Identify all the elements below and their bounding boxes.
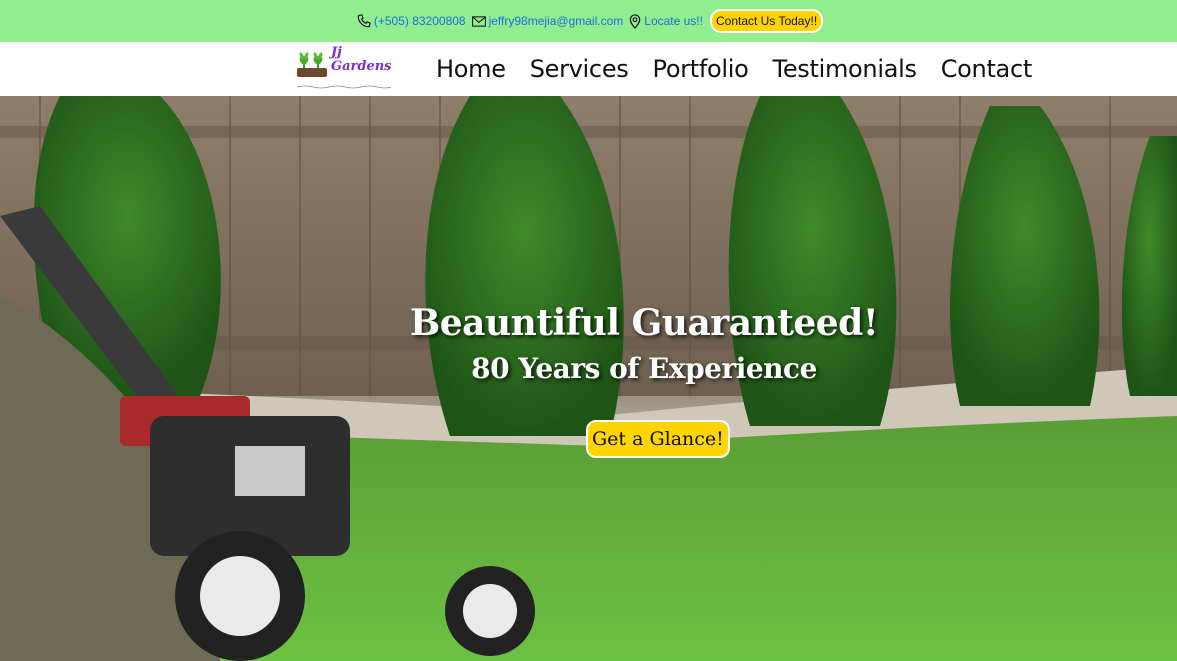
nav-home[interactable]: Home xyxy=(436,55,506,83)
main-navbar: Jj Gardens Home Services Portfolio Testi… xyxy=(0,42,1177,96)
sprout-logo-icon xyxy=(297,52,327,77)
brand-name-line1: Jj xyxy=(331,45,342,60)
brand-name: Jj Gardens xyxy=(331,46,392,74)
nav-testimonials[interactable]: Testimonials xyxy=(773,55,917,83)
phone-link[interactable]: (+505) 83200808 xyxy=(374,14,466,28)
hero-subtitle: 80 Years of Experience xyxy=(471,352,817,385)
location-contact[interactable]: Locate us!! xyxy=(629,13,703,29)
brand-name-line2: Gardens xyxy=(331,59,392,74)
locate-link[interactable]: Locate us!! xyxy=(644,14,703,28)
nav-portfolio[interactable]: Portfolio xyxy=(653,55,749,83)
hero-section: Beauntiful Guaranteed! 80 Years of Exper… xyxy=(0,96,1177,661)
hero-title: Beauntiful Guaranteed! xyxy=(409,302,879,344)
map-pin-icon xyxy=(629,13,641,29)
get-a-glance-button[interactable]: Get a Glance! xyxy=(586,420,730,458)
nav-contact[interactable]: Contact xyxy=(941,55,1033,83)
brand-tagline-art xyxy=(295,84,393,92)
email-contact[interactable]: jeffry98mejia@gmail.com xyxy=(471,14,624,28)
nav-menu: Home Services Portfolio Testimonials Con… xyxy=(436,42,1056,96)
top-contact-bar: (+505) 83200808 jeffry98mejia@gmail.com … xyxy=(0,0,1177,42)
contact-us-button[interactable]: Contact Us Today!! xyxy=(709,9,824,33)
envelope-icon xyxy=(471,15,486,27)
email-link[interactable]: jeffry98mejia@gmail.com xyxy=(489,14,624,28)
brand-logo[interactable]: Jj Gardens xyxy=(295,46,395,92)
phone-icon xyxy=(357,14,371,28)
nav-services[interactable]: Services xyxy=(530,55,629,83)
phone-contact[interactable]: (+505) 83200808 xyxy=(357,14,466,28)
